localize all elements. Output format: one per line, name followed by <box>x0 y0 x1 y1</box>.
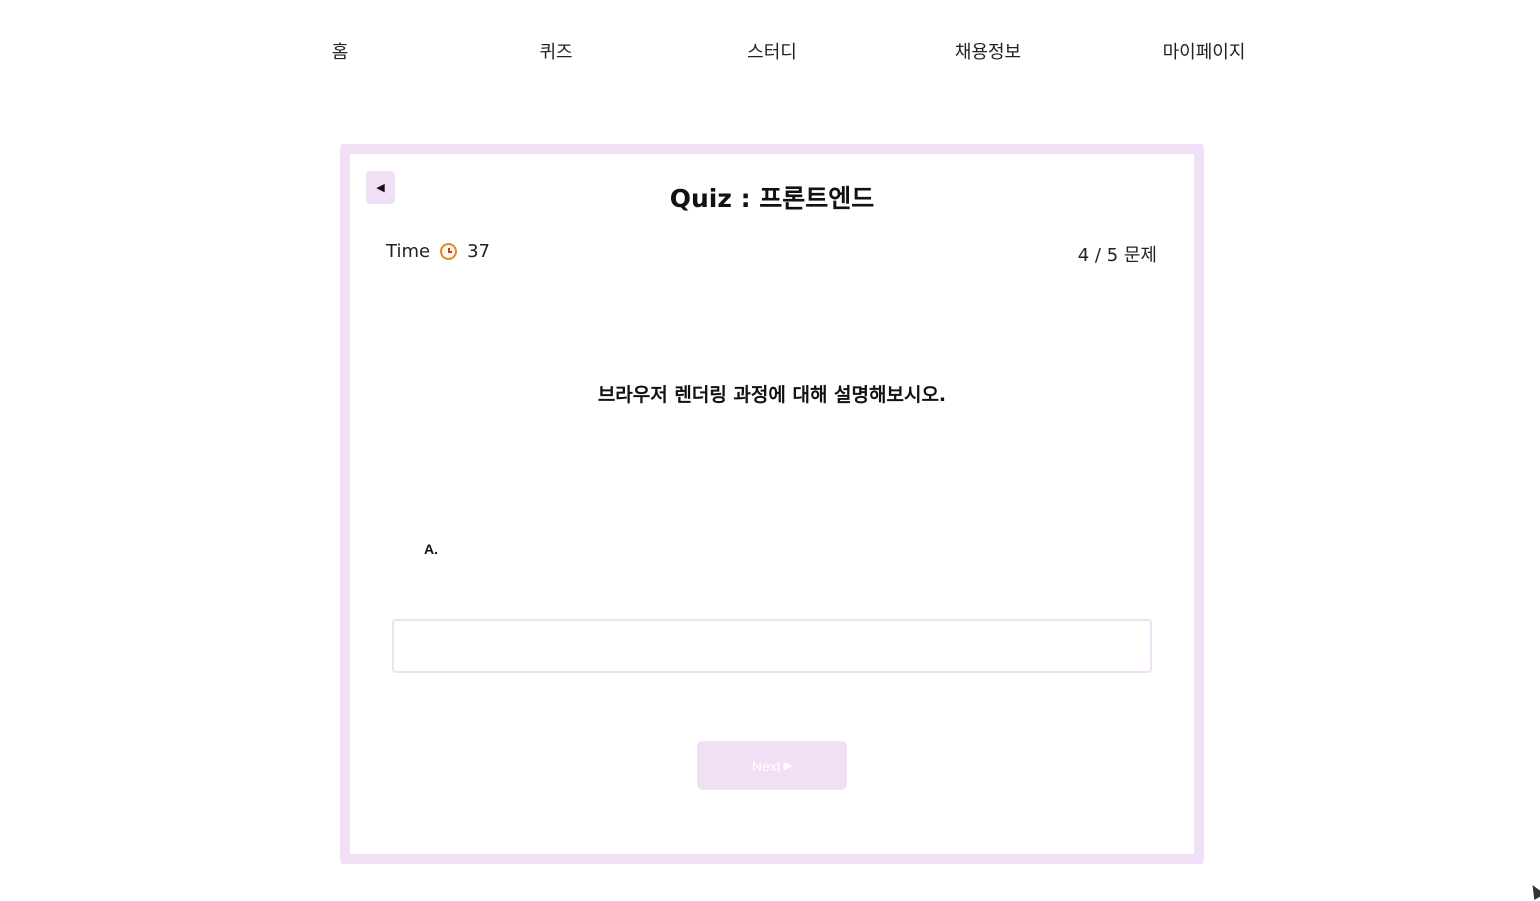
alarm-clock-icon <box>440 243 458 260</box>
quiz-card: ◀ Quiz : 프론트엔드 Time 37 4 / 5 문제 브라우저 렌더링… <box>340 144 1204 864</box>
answer-label: A. <box>424 541 438 557</box>
question-progress: 4 / 5 문제 <box>1077 245 1157 266</box>
answer-input[interactable] <box>392 619 1152 673</box>
next-button-label: Next <box>751 757 781 774</box>
timer-value: 37 <box>467 241 490 262</box>
mouse-cursor-icon <box>1527 881 1540 901</box>
nav-item-study[interactable]: 스터디 <box>747 38 797 64</box>
question-text: 브라우저 렌더링 과정에 대해 설명해보시오. <box>597 384 947 406</box>
timer-label: Time <box>386 241 431 262</box>
top-nav: 홈 퀴즈 스터디 채용정보 마이페이지 <box>0 0 1540 100</box>
page-title: Quiz : 프론트엔드 <box>669 184 875 213</box>
next-button[interactable]: Next ▶ <box>697 741 847 790</box>
nav-item-quiz[interactable]: 퀴즈 <box>539 38 572 64</box>
play-arrow-icon: ▶ <box>783 760 793 772</box>
nav-item-jobs[interactable]: 채용정보 <box>955 38 1021 64</box>
nav-item-home[interactable]: 홈 <box>332 38 349 64</box>
nav-item-mypage[interactable]: 마이페이지 <box>1163 38 1246 64</box>
timer: Time 37 <box>386 241 490 262</box>
